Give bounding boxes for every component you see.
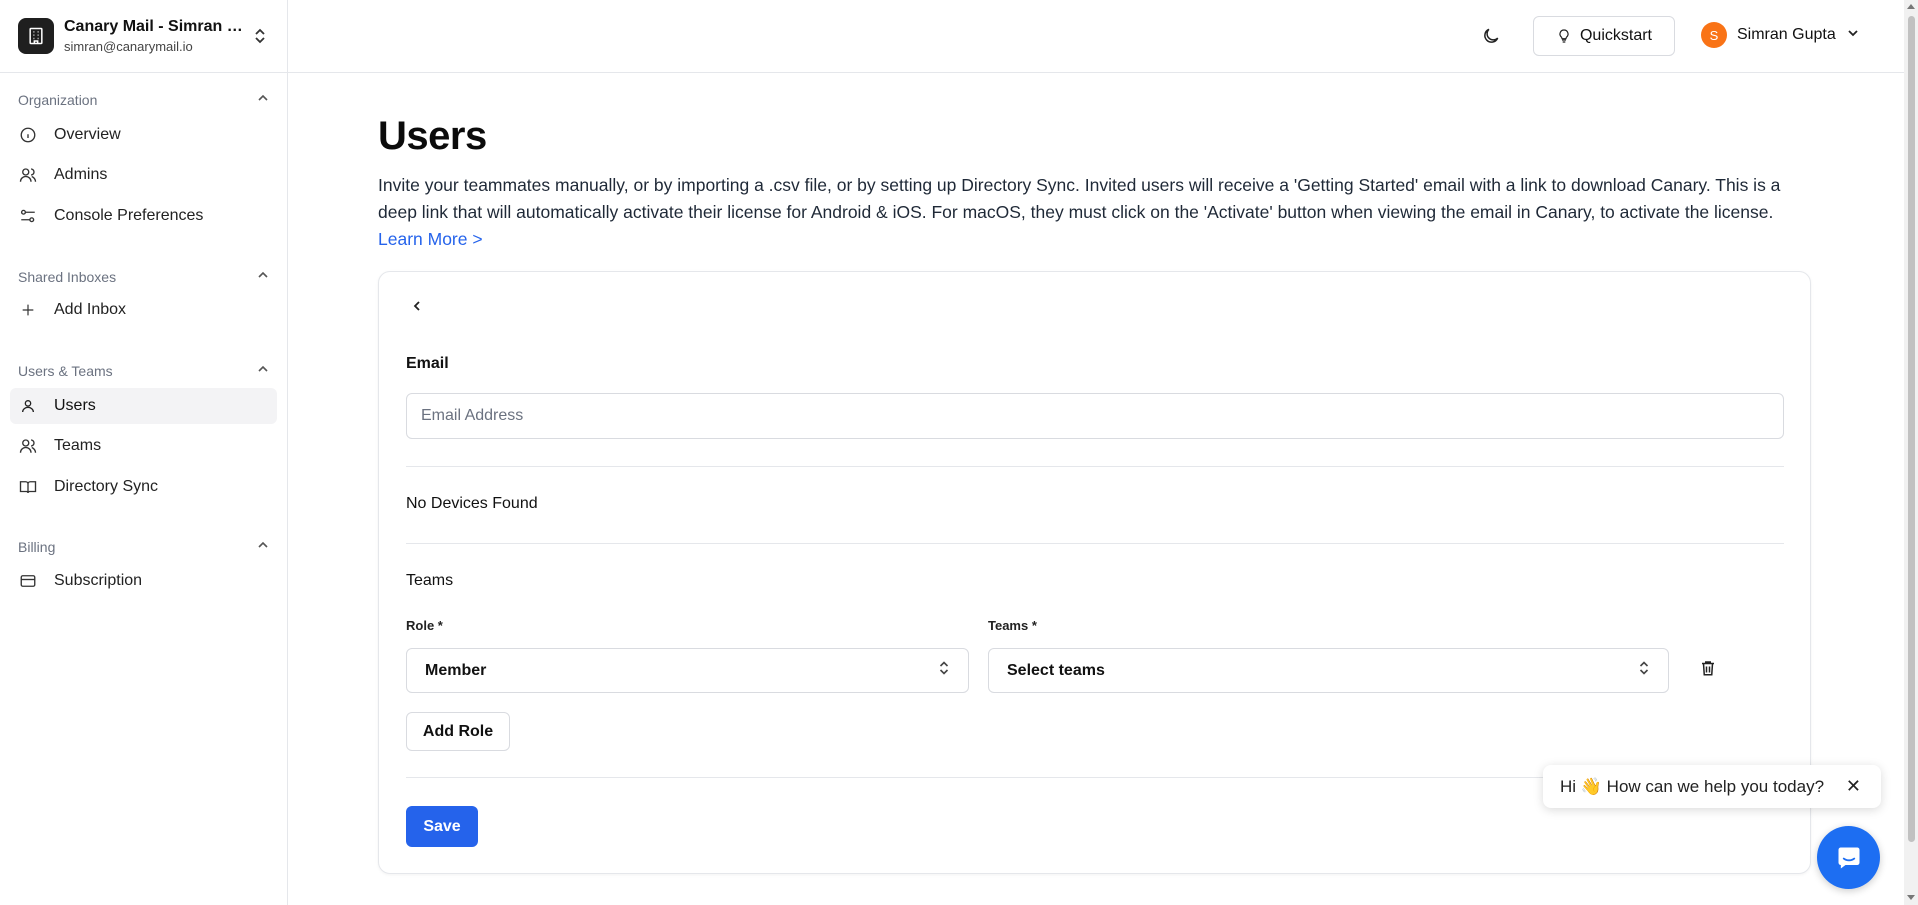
learn-more-link[interactable]: Learn More > — [378, 229, 483, 249]
role-select-value: Member — [425, 661, 487, 679]
sliders-icon — [18, 206, 38, 226]
chevrons-up-down-icon — [1638, 659, 1650, 682]
scroll-down-arrow[interactable] — [1907, 895, 1915, 900]
sidebar-item-label: Teams — [54, 437, 102, 454]
avatar: S — [1701, 22, 1727, 48]
role-select[interactable]: Member — [406, 648, 969, 693]
section-users-teams[interactable]: Users & Teams — [18, 362, 270, 379]
chevron-up-icon — [256, 268, 270, 285]
scroll-up-arrow[interactable] — [1907, 4, 1915, 9]
page-description: Invite your teammates manually, or by im… — [378, 172, 1808, 253]
chevron-left-icon — [413, 301, 420, 311]
page-scrollbar[interactable] — [1904, 0, 1918, 905]
description-text: Invite your teammates manually, or by im… — [378, 175, 1781, 222]
users-icon — [18, 436, 38, 456]
section-billing[interactable]: Billing — [18, 538, 270, 555]
section-title: Users & Teams — [18, 362, 113, 379]
sidebar-item-label: Overview — [54, 126, 121, 143]
user-menu[interactable]: S Simran Gupta — [1701, 22, 1860, 48]
teams-select-value: Select teams — [1007, 661, 1105, 679]
building-icon — [18, 18, 54, 54]
chat-icon — [1838, 847, 1859, 868]
sidebar-item-directory-sync[interactable]: Directory Sync — [10, 469, 277, 505]
chevron-down-icon — [1846, 26, 1860, 45]
lightbulb-icon — [1559, 29, 1569, 43]
org-email: simran@canarymail.io — [64, 39, 193, 54]
add-role-button[interactable]: Add Role — [406, 712, 510, 751]
sidebar-item-subscription[interactable]: Subscription — [10, 563, 277, 599]
section-title: Shared Inboxes — [18, 268, 117, 285]
sidebar-item-admins[interactable]: Admins — [10, 157, 277, 193]
chat-greeting-text: Hi 👋 How can we help you today? — [1560, 776, 1825, 796]
section-title: Billing — [18, 538, 56, 555]
org-name: Canary Mail - Simran -... — [64, 18, 244, 35]
sidebar-item-overview[interactable]: Overview — [10, 117, 277, 153]
chat-launcher-button[interactable] — [1817, 826, 1880, 889]
quickstart-button[interactable]: Quickstart — [1533, 16, 1675, 56]
trash-icon[interactable] — [1699, 659, 1719, 679]
divider — [406, 543, 1784, 544]
book-open-icon — [18, 477, 38, 497]
user-name: Simran Gupta — [1737, 26, 1836, 43]
section-shared-inboxes[interactable]: Shared Inboxes — [18, 268, 270, 285]
quickstart-label: Quickstart — [1579, 27, 1652, 44]
sidebar: Canary Mail - Simran -... simran@canarym… — [0, 0, 288, 905]
credit-card-icon — [18, 571, 38, 591]
sidebar-item-label: Add Inbox — [54, 301, 127, 318]
chevrons-up-down-icon — [253, 26, 267, 51]
chat-greeting[interactable]: Hi 👋 How can we help you today? ✕ — [1543, 765, 1881, 808]
chevron-up-icon — [256, 538, 270, 555]
back-button[interactable] — [407, 296, 427, 316]
chevrons-up-down-icon — [938, 659, 950, 682]
chevron-up-icon — [256, 362, 270, 379]
section-organization[interactable]: Organization — [18, 91, 270, 108]
sidebar-item-users[interactable]: Users — [10, 388, 277, 424]
teams-select[interactable]: Select teams — [988, 648, 1669, 693]
sidebar-item-label: Admins — [54, 166, 108, 183]
top-bar: Quickstart S Simran Gupta — [288, 0, 1918, 73]
email-field[interactable] — [406, 393, 1784, 439]
org-switcher[interactable]: Canary Mail - Simran -... simran@canarym… — [0, 0, 287, 73]
teams-label: Teams * — [988, 618, 1037, 633]
moon-icon[interactable] — [1481, 26, 1501, 51]
sidebar-item-console-preferences[interactable]: Console Preferences — [10, 198, 277, 234]
sidebar-item-label: Users — [54, 397, 96, 414]
save-button[interactable]: Save — [406, 806, 478, 847]
chevron-up-icon — [256, 91, 270, 108]
plus-icon — [18, 300, 38, 320]
email-label: Email — [406, 355, 449, 372]
section-title: Organization — [18, 91, 98, 108]
role-label: Role * — [406, 618, 443, 633]
sidebar-item-teams[interactable]: Teams — [10, 428, 277, 464]
sidebar-item-label: Subscription — [54, 572, 143, 589]
sidebar-item-label: Directory Sync — [54, 478, 159, 495]
no-devices-text: No Devices Found — [406, 495, 538, 512]
user-icon — [18, 396, 38, 416]
info-icon — [18, 125, 38, 145]
sidebar-item-add-inbox[interactable]: Add Inbox — [10, 292, 277, 328]
sidebar-item-label: Console Preferences — [54, 207, 204, 224]
page-title: Users — [378, 114, 487, 158]
divider — [406, 466, 1784, 467]
users-icon — [18, 165, 38, 185]
scroll-thumb[interactable] — [1908, 16, 1915, 842]
close-icon[interactable]: ✕ — [1846, 776, 1861, 797]
teams-heading: Teams — [406, 572, 454, 589]
